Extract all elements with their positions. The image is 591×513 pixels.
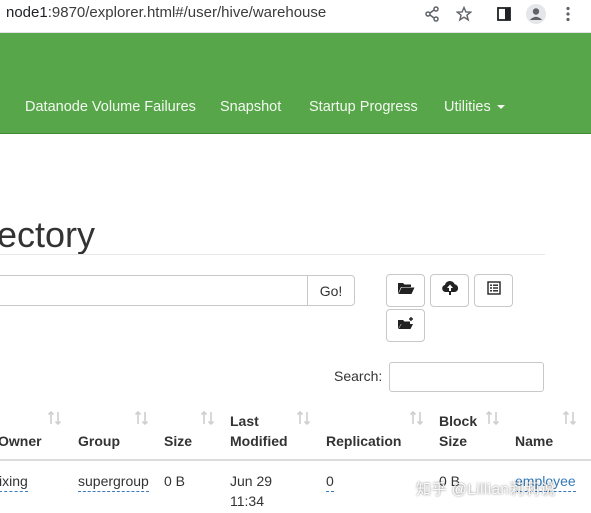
nav-snapshot[interactable]: Snapshot [220,99,281,115]
create-directory-button[interactable] [386,274,425,307]
column-header-name[interactable]: Name [515,431,553,451]
watermark: 知乎 @Lillian莉莉说 [416,481,556,498]
url-path: :9870/explorer.html#/user/hive/warehouse [47,4,327,21]
cell-size: 0 B [164,473,186,489]
sort-icon[interactable] [485,410,501,426]
directory-path-input[interactable] [0,275,308,306]
search-label: Search: [334,368,383,384]
sort-icon[interactable] [409,410,425,426]
nav-utilities[interactable]: Utilities [444,99,505,115]
column-header-block-size[interactable]: Block Size [439,411,477,451]
table-header-divider [0,459,591,461]
sort-icon[interactable] [47,410,63,426]
column-header-block-size-line1: Block [439,413,478,429]
sort-icon[interactable] [562,410,578,426]
list-view-icon [486,281,501,300]
column-header-last-modified-line1: Last [230,413,259,429]
navbar [0,33,591,134]
cell-last-modified-time: 11:34 [230,493,264,509]
divider [0,254,545,255]
sort-icon[interactable] [296,410,312,426]
profile-icon[interactable] [525,3,547,25]
nav-startup-progress[interactable]: Startup Progress [309,99,418,115]
nav-utilities-label: Utilities [444,99,491,115]
new-folder-button[interactable] [386,309,425,342]
sort-icon[interactable] [134,410,150,426]
kebab-menu-icon[interactable] [557,3,579,25]
column-header-block-size-line2: Size [439,433,468,449]
caret-down-icon [496,105,505,110]
nav-datanode-volume-failures[interactable]: Datanode Volume Failures [25,99,196,115]
cut-paste-button[interactable] [474,274,513,307]
star-icon[interactable] [453,3,475,25]
browser-address-bar[interactable]: node1:9870/explorer.html#/user/hive/ware… [0,0,591,33]
cell-last-modified-date: Jun 29 [230,473,273,489]
column-header-replication[interactable]: Replication [326,431,401,451]
open-folder-icon [397,281,415,300]
side-panel-icon[interactable] [493,3,515,25]
column-header-group[interactable]: Group [78,431,120,451]
cell-replication[interactable]: 0 [326,471,334,492]
url-host: node1 [6,4,48,21]
url-text[interactable]: node1:9870/explorer.html#/user/hive/ware… [6,4,326,21]
column-header-last-modified[interactable]: Last Modified [230,411,288,451]
cell-last-modified: Jun 29 11:34 [230,471,272,511]
column-header-size[interactable]: Size [164,431,192,451]
upload-cloud-icon [441,280,459,301]
sort-icon[interactable] [200,410,216,426]
cell-owner[interactable]: ixing [0,471,28,492]
column-header-last-modified-line2: Modified [230,433,288,449]
cell-group[interactable]: supergroup [78,471,149,492]
share-icon[interactable] [421,3,443,25]
search-input[interactable] [389,362,544,392]
page-title: ectory [0,214,96,256]
upload-files-button[interactable] [430,274,469,307]
column-header-owner[interactable]: Owner [0,431,42,451]
go-button[interactable]: Go! [307,275,355,306]
new-folder-icon [397,316,415,335]
